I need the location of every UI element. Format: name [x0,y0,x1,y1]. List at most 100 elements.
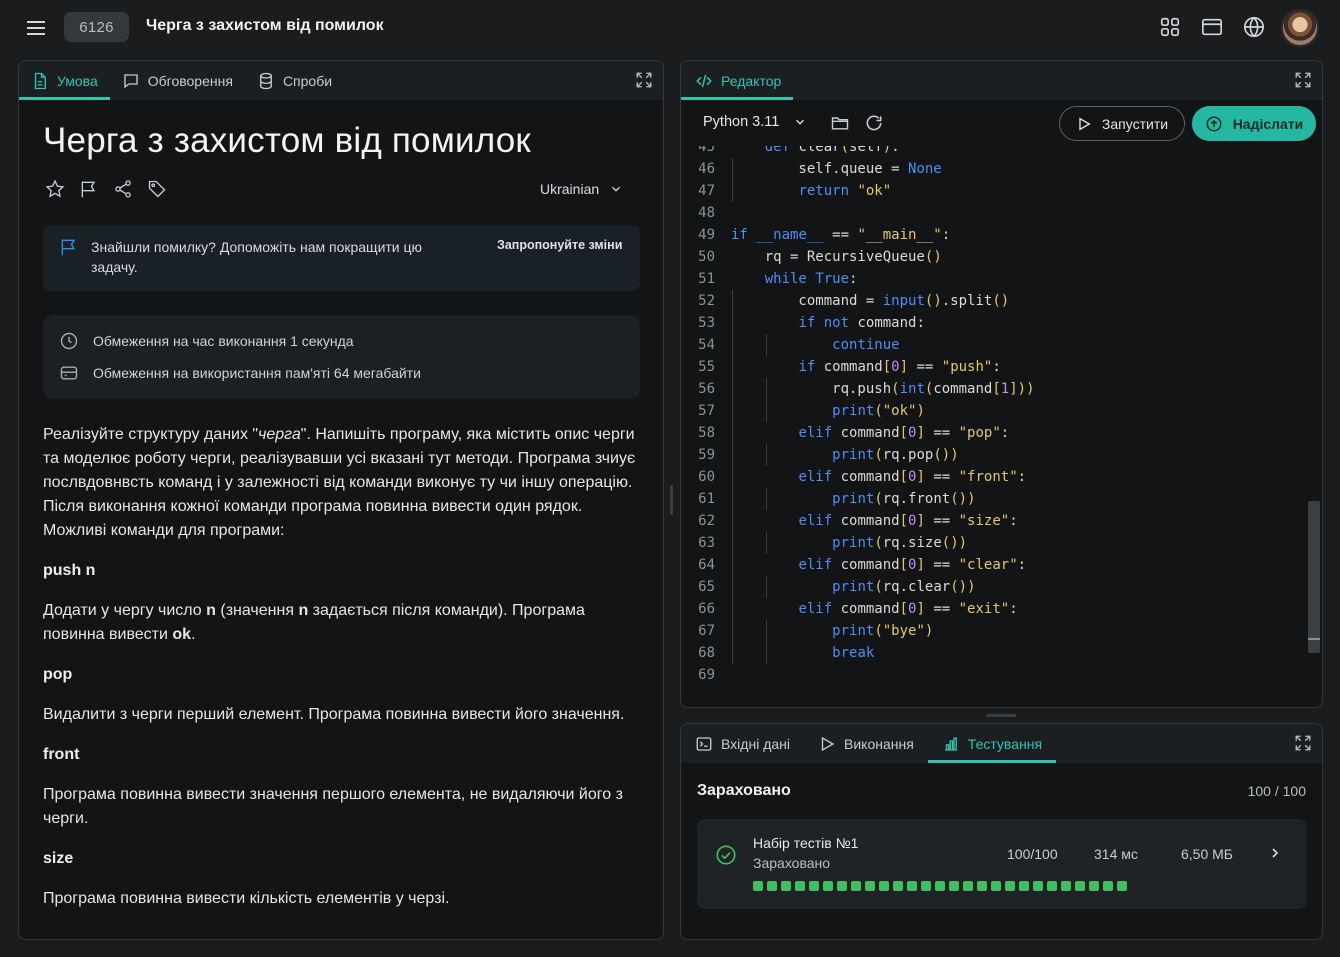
tab-testing[interactable]: Тестування [927,724,1057,763]
tab-label: Тестування [967,735,1043,752]
language-select[interactable]: Ukrainian [540,181,623,197]
feedback-message: Знайшли помилку? Допоможіть нам покращит… [91,239,423,275]
star-icon[interactable] [45,179,65,199]
output-tabs: Вхідні дані Виконання Тестування [681,724,1322,763]
test-passed-indicator [1047,881,1057,891]
code-line: 51 while True: [681,268,1322,290]
desc-bold: n [298,602,309,619]
indent-guide [765,488,767,510]
code-text: continue [832,337,900,353]
problem-tabs: Умова Обговорення Спроби [19,61,663,100]
flag-icon[interactable] [79,179,99,199]
language-version-select[interactable]: Python 3.11 [703,114,807,130]
indent-guide [765,400,767,422]
indent-guide [765,576,767,598]
terminal-icon [695,735,713,753]
language-label: Ukrainian [540,181,600,197]
tab-input[interactable]: Вхідні дані [681,724,804,763]
tab-label: Спроби [282,72,333,89]
line-number: 69 [698,667,715,683]
test-passed-indicator [753,881,763,891]
submit-button[interactable]: Надіслати [1192,106,1316,141]
code-line: 60 elif command[0] == "front": [681,466,1322,488]
editor-scrollbar[interactable] [1308,501,1320,653]
code-text: elif command[0] == "size": [798,513,1018,529]
indent-guide [732,356,733,378]
problem-id-badge: 6126 [64,12,129,42]
feedback-notice: Знайшли помилку? Допоможіть нам покращит… [43,225,640,291]
bar-chart-icon [942,735,960,753]
window-icon[interactable] [1201,16,1223,38]
line-number: 61 [698,491,715,507]
code-text: rq.push(int(command[1])) [731,381,1035,397]
expand-icon[interactable] [1294,734,1312,752]
test-passed-indicator [851,881,861,891]
vertical-resize-handle[interactable] [670,485,673,515]
indent-guide [732,444,733,466]
test-passed-indicator [767,881,777,891]
expand-icon[interactable] [1294,71,1312,89]
code-icon [695,72,713,90]
horizontal-resize-handle[interactable] [986,714,1016,717]
test-set-card[interactable]: Набір тестів №1 Зараховано 100/100 314 м… [697,819,1307,909]
tab-discussion[interactable]: Обговорення [110,61,245,100]
tab-statement[interactable]: Умова [19,61,110,100]
line-number: 60 [698,469,715,485]
code-text: elif command[0] == "front": [798,469,1027,485]
code-text: return "ok" [798,183,892,199]
indent-guide [732,598,733,620]
code-text: print(rq.clear()) [832,579,976,595]
code-line: 68 break [681,642,1322,664]
avatar[interactable] [1281,9,1319,47]
indent-guide [732,422,733,444]
run-button[interactable]: Запустити [1059,106,1185,141]
desc-bold: n [206,602,216,619]
refresh-icon[interactable] [864,113,884,133]
problem-panel: Умова Обговорення Спроби Черга з захисто… [18,60,664,940]
tab-editor[interactable]: Редактор [681,61,794,100]
indent-guide [732,488,733,510]
expand-icon[interactable] [635,71,653,89]
line-number: 50 [698,249,715,265]
code-line: 69 [681,664,1322,686]
tab-label: Редактор [721,72,782,89]
upload-icon [1205,115,1223,133]
code-line: 52 command = input().split() [681,290,1322,312]
test-passed-indicator [1033,881,1043,891]
command-push: push n [43,562,96,579]
indent-guide [732,334,733,356]
indent-guide [732,510,733,532]
chevron-down-icon [609,182,623,196]
share-icon[interactable] [113,179,133,199]
tag-icon[interactable] [147,179,167,199]
chat-icon [122,72,140,90]
hard-drive-icon [59,363,79,383]
test-passed-indicator [1089,881,1099,891]
code-text: print(rq.front()) [832,491,976,507]
suggest-changes-link[interactable]: Запропонуйте зміни [497,238,622,252]
indent-guide [732,642,733,664]
line-number: 67 [698,623,715,639]
result-status: Зараховано [697,782,791,799]
code-lines: 45 def clear(self): 46 self.queue = None 4… [681,146,1322,686]
code-text: if not command: [798,315,925,331]
globe-icon[interactable] [1243,16,1265,38]
code-text: print("bye") [832,623,934,639]
code-text: while True: [764,271,858,287]
editor-tabs: Редактор [681,61,1322,100]
code-line: 56 rq.push(int(command[1])) [681,378,1322,400]
code-line: 59 print(rq.pop()) [681,444,1322,466]
hamburger-menu-icon[interactable] [24,16,48,40]
code-line: 54 continue [681,334,1322,356]
python-version: Python 3.11 [703,114,780,130]
tab-execution[interactable]: Виконання [804,724,928,763]
folder-icon[interactable] [830,113,850,133]
grid-icon[interactable] [1159,16,1181,38]
code-editor[interactable]: 45 def clear(self): 46 self.queue = None 4… [681,146,1322,707]
chevron-right-icon[interactable] [1267,845,1283,861]
tab-attempts[interactable]: Спроби [245,61,344,100]
code-line: 50 rq = RecursiveQueue() [681,246,1322,268]
problem-statement: Реалізуйте структуру даних "черга". Напи… [43,423,643,927]
indent-guide [765,642,767,664]
test-passed-indicator [963,881,973,891]
